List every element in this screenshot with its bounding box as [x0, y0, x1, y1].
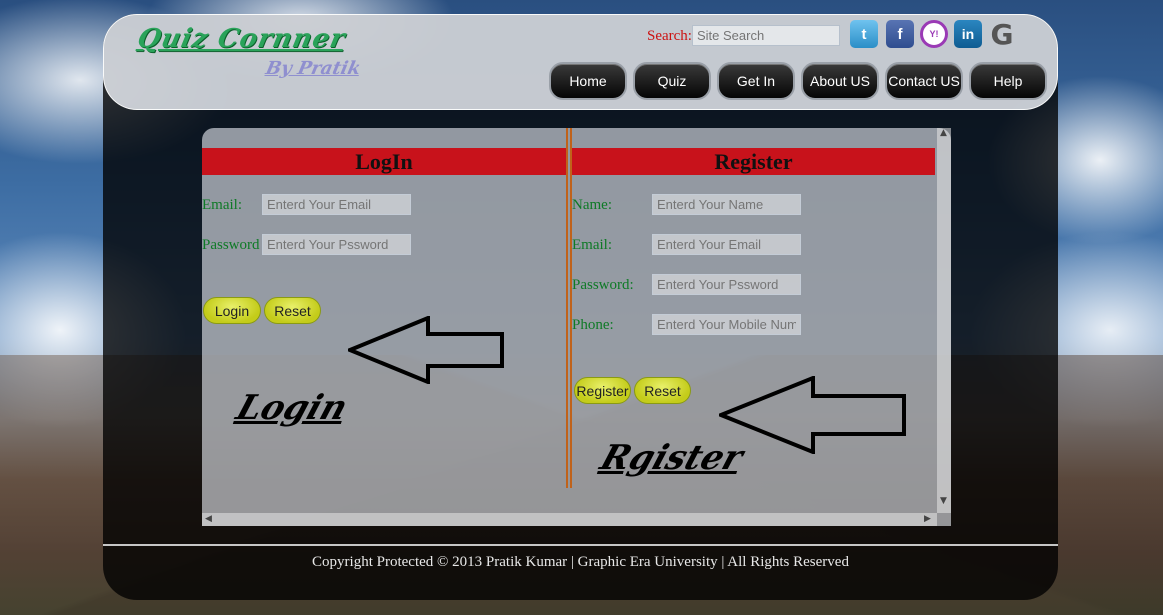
arrow-left-icon: [719, 376, 906, 454]
login-password-label: Password: [202, 237, 260, 253]
login-annotation: Login: [231, 388, 353, 428]
register-heading: Register: [572, 148, 935, 175]
scroll-left-icon[interactable]: ◀: [205, 514, 212, 524]
nav-home[interactable]: Home: [549, 62, 627, 100]
scroll-right-icon[interactable]: ▶: [924, 514, 931, 524]
login-button[interactable]: Login: [203, 297, 261, 324]
register-phone-field[interactable]: [652, 314, 801, 335]
site-logo[interactable]: Quiz Cornner: [135, 24, 348, 54]
register-name-label: Name:: [572, 197, 612, 213]
nav-quiz[interactable]: Quiz: [633, 62, 711, 100]
twitter-icon[interactable]: t: [850, 20, 878, 48]
login-password-field[interactable]: [262, 234, 411, 255]
nav-about-us[interactable]: About US: [801, 62, 879, 100]
register-button[interactable]: Register: [574, 377, 631, 404]
register-email-label: Email:: [572, 237, 612, 253]
register-password-field[interactable]: [652, 274, 801, 295]
scroll-down-icon[interactable]: ▼: [940, 496, 947, 506]
search-label: Search:: [647, 28, 692, 44]
register-annotation: Rgister: [595, 438, 748, 478]
facebook-icon[interactable]: f: [886, 20, 914, 48]
login-reset-button[interactable]: Reset: [264, 297, 321, 324]
register-password-label: Password:: [572, 277, 634, 293]
register-phone-label: Phone:: [572, 317, 614, 333]
register-name-field[interactable]: [652, 194, 801, 215]
vertical-scrollbar[interactable]: ▲ ▼: [937, 128, 951, 513]
nav-get-in[interactable]: Get In: [717, 62, 795, 100]
login-email-field[interactable]: [262, 194, 411, 215]
login-heading: LogIn: [202, 148, 566, 175]
register-email-field[interactable]: [652, 234, 801, 255]
arrow-left-icon: [348, 316, 504, 384]
footer-copyright: Copyright Protected © 2013 Pratik Kumar …: [312, 554, 849, 570]
site-search-input[interactable]: [692, 25, 840, 46]
login-email-label: Email:: [202, 197, 242, 213]
panel-divider: [566, 128, 572, 488]
linkedin-icon[interactable]: in: [954, 20, 982, 48]
footer-divider: [103, 544, 1058, 546]
register-reset-button[interactable]: Reset: [634, 377, 691, 404]
scroll-up-icon[interactable]: ▲: [940, 128, 947, 138]
site-logo-byline: By Pratik: [263, 58, 363, 79]
nav-contact-us[interactable]: Contact US: [885, 62, 963, 100]
nav-help[interactable]: Help: [969, 62, 1047, 100]
google-icon[interactable]: G: [988, 18, 1016, 51]
horizontal-scrollbar[interactable]: ◀ ▶: [202, 513, 937, 526]
main-nav: Home Quiz Get In About US Contact US Hel…: [549, 62, 1047, 100]
yahoo-icon[interactable]: Y!: [920, 20, 948, 48]
